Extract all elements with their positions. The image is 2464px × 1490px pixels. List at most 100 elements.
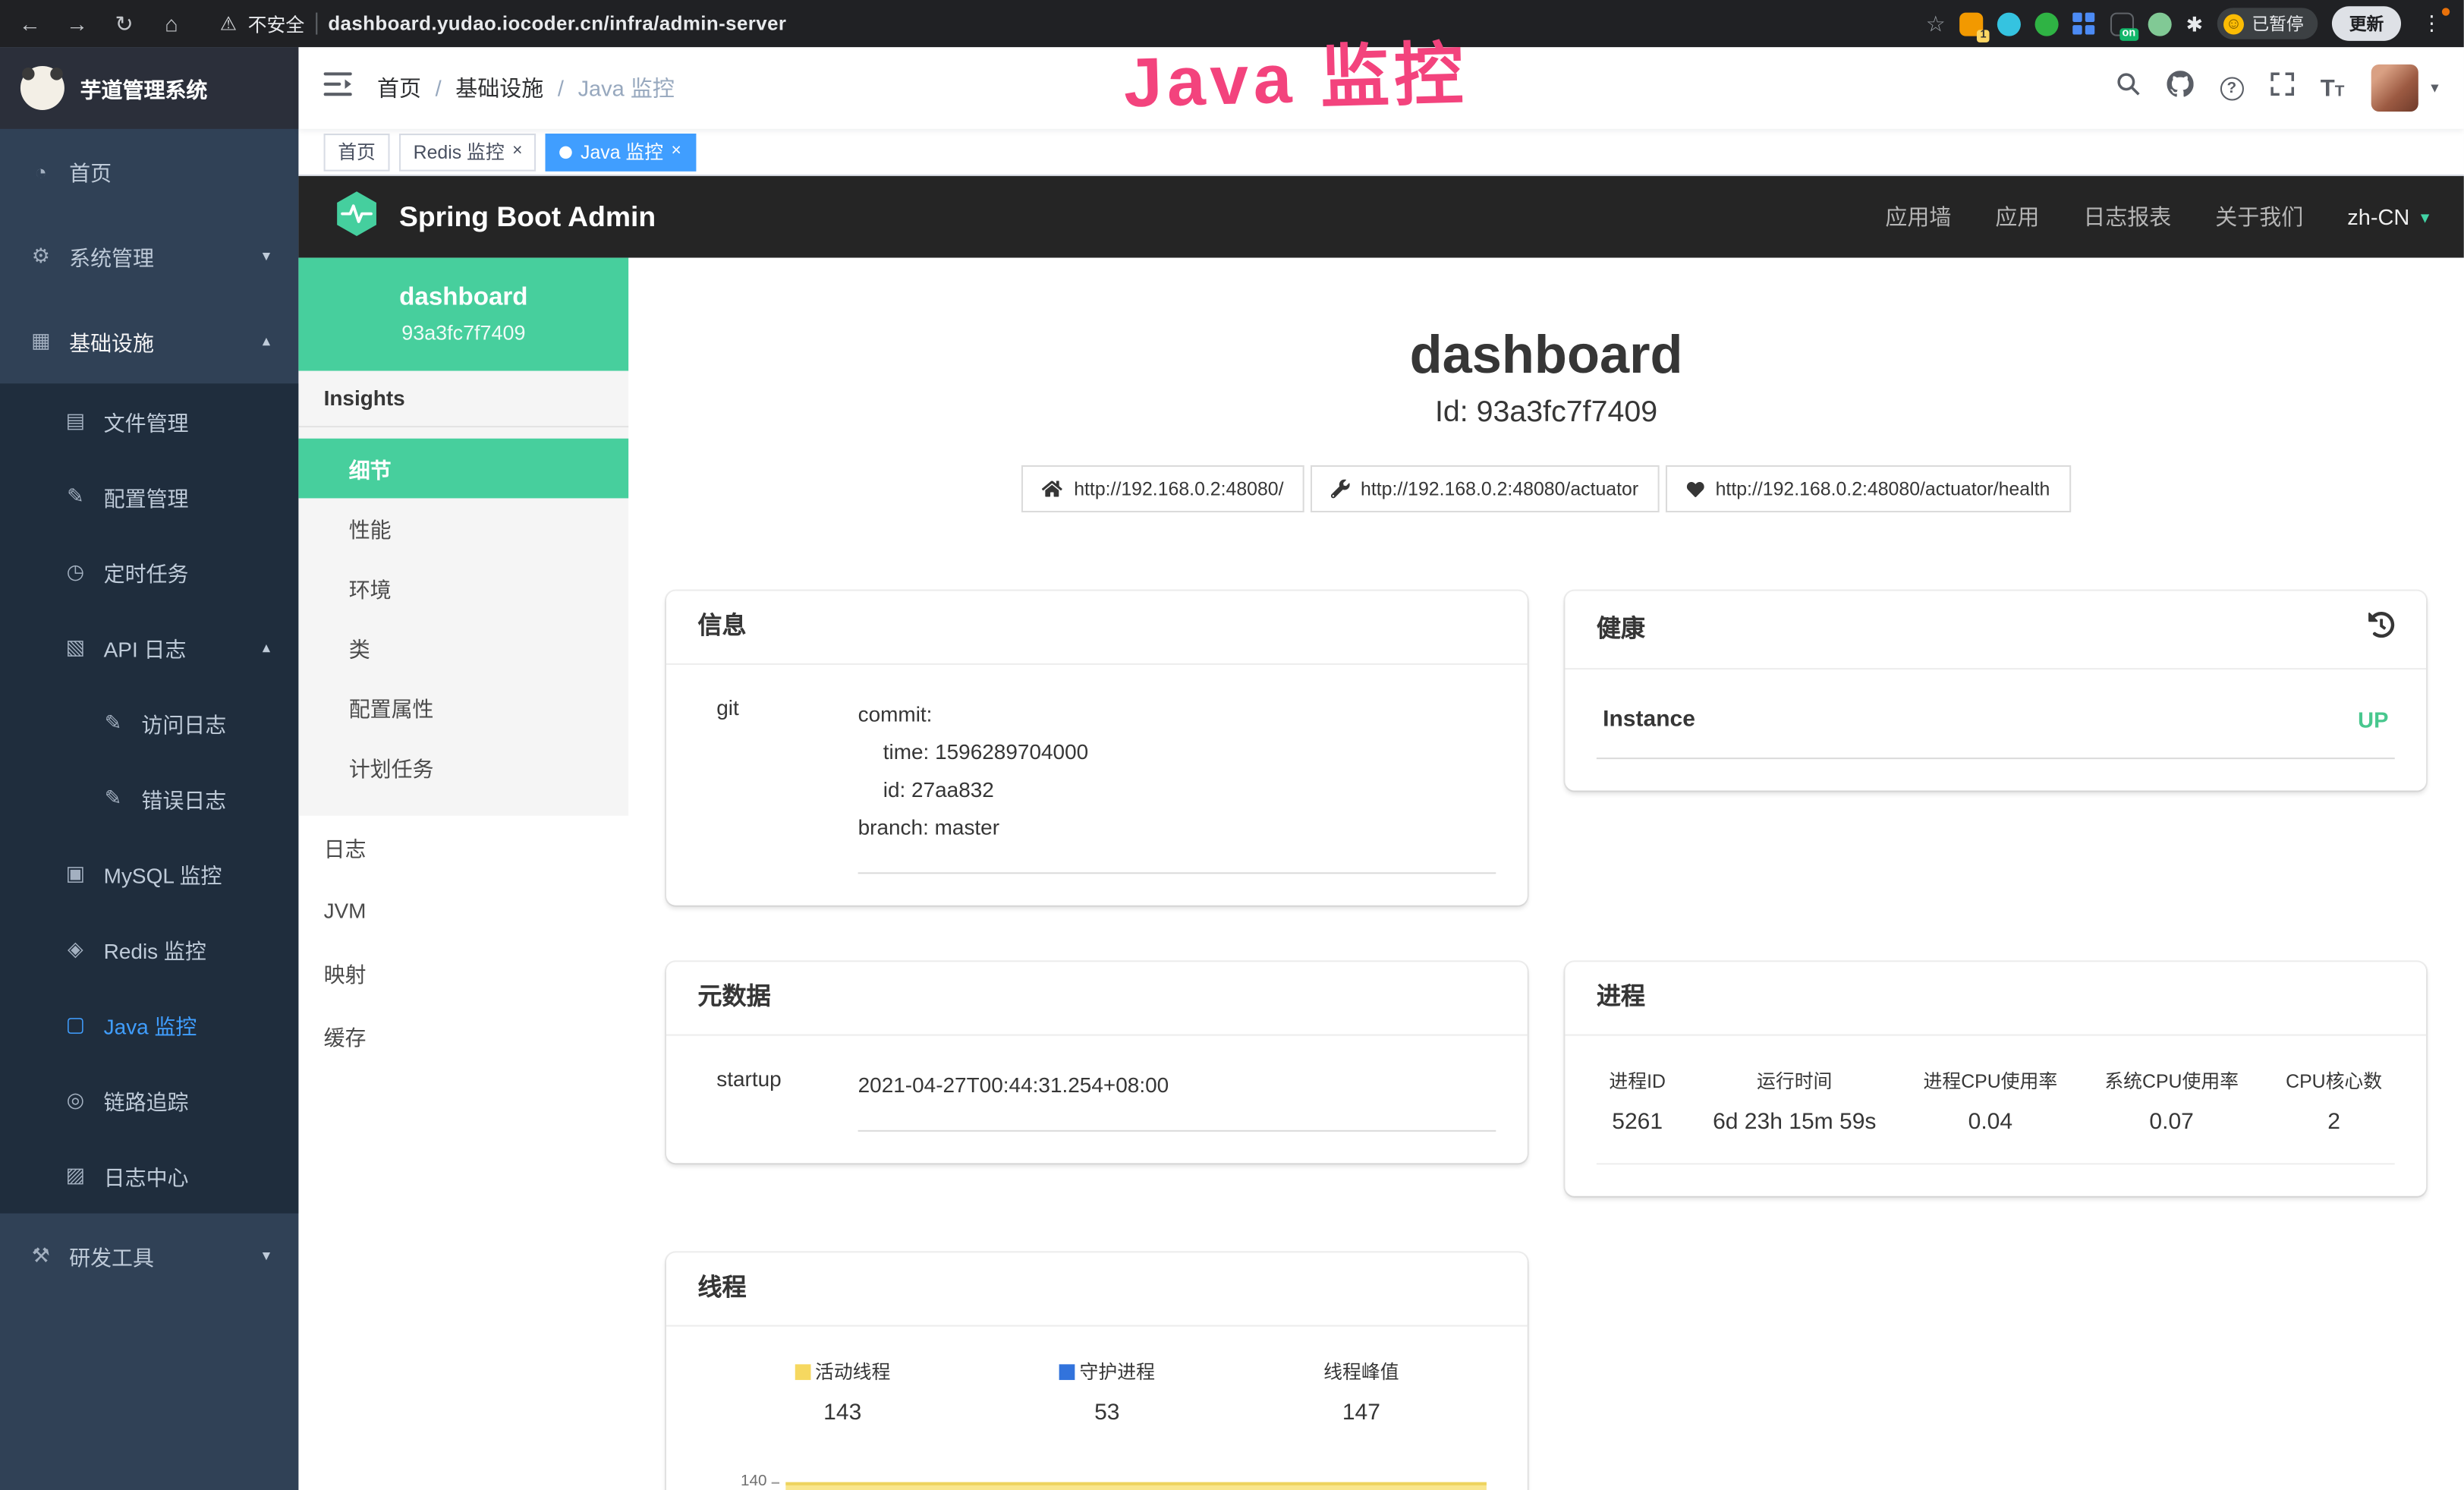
close-icon[interactable]: × [512,143,522,160]
extension-drop-icon[interactable] [1997,12,2021,36]
bookmark-star-icon[interactable]: ☆ [1926,10,1946,36]
status-badge: UP [2358,707,2388,732]
process-stats-row: 进程ID 5261 运行时间 6d 23h 15m 59s 进程CPU使用率 [1597,1067,2395,1164]
tag-redis[interactable]: Redis 监控 × [399,133,537,171]
tag-label: Java 监控 [581,138,663,165]
menu-item-logs[interactable]: 日志 [298,816,628,879]
paused-badge[interactable]: ☺ 已暂停 [2217,8,2318,39]
extension-puzzle-icon[interactable]: ✱ [2186,12,2204,36]
menu-item-config-props[interactable]: 配置属性 [298,677,628,737]
sidebar-item-api-log[interactable]: ▧ API 日志 ▴ [0,610,298,685]
screen: ← → ↻ ⌂ ⚠ 不安全 dashboard.yudao.iocoder.cn… [0,0,2464,1490]
link-url: http://192.168.0.2:48080/actuator/health [1716,477,2050,499]
sba-nav-journal[interactable]: 日志报表 [2083,201,2171,232]
menu-item-caches[interactable]: 缓存 [298,1004,628,1067]
sidebar-item-redis[interactable]: ◈ Redis 监控 [0,912,298,987]
extension-grid-icon[interactable] [2072,12,2096,36]
sidebar-item-label: 错误日志 [141,783,226,814]
sidebar-item-trace[interactable]: ◎ 链路追踪 [0,1063,298,1138]
history-icon[interactable] [2368,612,2395,648]
log-center-icon: ▨ [63,1163,88,1188]
sidebar-item-devtools[interactable]: ⚒ 研发工具 ▾ [0,1214,298,1299]
breadcrumb-home[interactable]: 首页 [377,72,421,103]
search-icon[interactable] [2116,72,2140,103]
sba-nav-applications[interactable]: 应用 [1995,201,2039,232]
menu-item-environment[interactable]: 环境 [298,558,628,618]
warning-icon: ⚠ [220,13,237,35]
git-time-line: time: 1596289704000 [858,734,1496,772]
extension-dark-icon[interactable]: on [2110,12,2134,36]
sidebar-item-label: 首页 [69,156,112,187]
sidebar-item-error-log[interactable]: ✎ 错误日志 [0,761,298,836]
close-icon[interactable]: × [672,143,681,160]
admin-sidebar: 芋道管理系统 ◔ 首页 ⚙ 系统管理 ▾ ▦ 基础设施 ▴ [0,47,298,1490]
info-value: commit: time: 1596289704000 id: 27aa832 … [858,696,1496,874]
locale-label: zh-CN [2347,204,2409,229]
hamburger-icon[interactable] [324,72,352,103]
menu-section-insights: Insights [298,371,628,428]
menu-item-scheduled-tasks[interactable]: 计划任务 [298,737,628,797]
github-icon[interactable] [2167,71,2193,106]
update-button[interactable]: 更新 [2332,6,2401,41]
sidebar-item-infra[interactable]: ▦ 基础设施 ▴ [0,298,298,383]
user-avatar[interactable] [2371,65,2418,112]
stat-cpu-cores: CPU核心数 2 [2286,1067,2382,1135]
page-title: dashboard [666,324,2426,387]
timer-icon: ◷ [63,559,88,584]
sidebar-item-file[interactable]: ▤ 文件管理 [0,383,298,458]
sidebar-item-mysql[interactable]: ▣ MySQL 监控 [0,836,298,912]
menu-item-mappings[interactable]: 映射 [298,941,628,1004]
sidebar-item-label: Java 监控 [104,1009,197,1040]
sidebar-item-job[interactable]: ◷ 定时任务 [0,534,298,610]
reload-button[interactable]: ↻ [110,10,138,36]
sba-nav-wall[interactable]: 应用墙 [1885,201,1951,232]
sidebar-item-access-log[interactable]: ✎ 访问日志 [0,685,298,761]
top-navbar: 首页 / 基础设施 / Java 监控 ? [298,47,2463,129]
sba-brand[interactable]: Spring Boot Admin [399,200,656,233]
tag-home[interactable]: 首页 [324,133,390,171]
help-icon[interactable]: ? [2220,76,2243,99]
sidebar-item-log-center[interactable]: ▨ 日志中心 [0,1138,298,1213]
git-branch-line: branch: master [858,809,1496,847]
link-chip-root[interactable]: http://192.168.0.2:48080/ [1022,465,1304,512]
redis-monitor-icon: ◈ [63,937,88,962]
extension-green-circle-icon[interactable] [2035,12,2059,36]
link-chip-health[interactable]: http://192.168.0.2:48080/actuator/health [1665,465,2070,512]
menu-item-details[interactable]: 细节 [298,439,628,499]
tag-java[interactable]: Java 监控 × [546,133,696,171]
git-id-line: id: 27aa832 [858,772,1496,810]
browser-menu-icon[interactable]: ⋮ [2415,11,2448,36]
threads-card: 线程 活动线程 143 守护进程 53 [666,1252,1528,1490]
link-url: http://192.168.0.2:48080/ [1074,477,1283,499]
sidebar-item-label: 链路追踪 [104,1085,189,1116]
extension-leaf-icon[interactable] [2148,12,2172,36]
sidebar-item-java[interactable]: ▢ Java 监控 [0,987,298,1062]
font-size-icon[interactable]: TT [2321,74,2345,101]
sidebar-item-config[interactable]: ✎ 配置管理 [0,459,298,534]
sidebar-item-system[interactable]: ⚙ 系统管理 ▾ [0,214,298,299]
menu-item-jvm[interactable]: JVM [298,879,628,942]
sba-nav-about[interactable]: 关于我们 [2215,201,2303,232]
sidebar-item-label: 定时任务 [104,556,189,587]
sidebar-item-home[interactable]: ◔ 首页 [0,129,298,214]
extension-orange-icon[interactable]: 1 [1959,12,1983,36]
live-threads-swatch [795,1363,810,1379]
fullscreen-icon[interactable] [2270,72,2294,103]
forward-button[interactable]: → [63,11,91,36]
menu-item-classes[interactable]: 类 [298,618,628,678]
sidebar-item-label: API 日志 [104,632,187,663]
sidebar-menu: ◔ 首页 ⚙ 系统管理 ▾ ▦ 基础设施 ▴ ▤ 文件管理 [0,129,298,1299]
tags-bar: 首页 Redis 监控 × Java 监控 × [298,129,2463,176]
instance-header[interactable]: dashboard 93a3fc7f7409 [298,258,628,371]
locale-selector[interactable]: zh-CN ▾ [2347,204,2429,229]
link-chip-actuator[interactable]: http://192.168.0.2:48080/actuator [1311,465,1659,512]
home-button[interactable]: ⌂ [157,11,185,36]
back-button[interactable]: ← [16,11,44,36]
sidebar-item-label: 文件管理 [104,405,189,436]
breadcrumb-section[interactable]: 基础设施 [455,72,543,103]
address-bar[interactable]: ⚠ 不安全 dashboard.yudao.iocoder.cn/infra/a… [220,10,786,36]
dashboard-icon: ◔ [28,159,53,183]
app-logo[interactable]: 芋道管理系统 [0,47,298,129]
menu-item-performance[interactable]: 性能 [298,498,628,558]
components-icon: ▦ [28,329,53,354]
